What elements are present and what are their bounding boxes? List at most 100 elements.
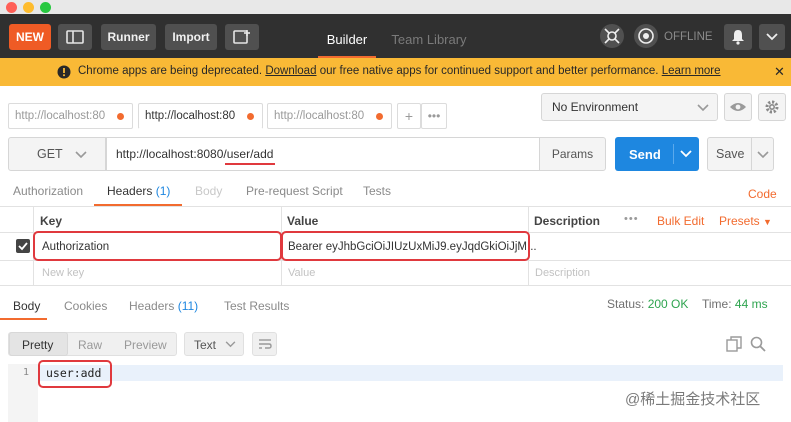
- tab-pre-request-script[interactable]: Pre-request Script: [246, 184, 343, 206]
- view-mode-raw[interactable]: Raw: [78, 338, 102, 352]
- offline-status: OFFLINE: [664, 31, 713, 43]
- sidebar-toggle-button[interactable]: [58, 24, 92, 50]
- new-description-input[interactable]: Description: [535, 267, 590, 279]
- eye-icon: [730, 103, 746, 111]
- unsaved-dot-icon: [247, 113, 254, 120]
- close-window-icon[interactable]: [6, 2, 17, 13]
- tab-headers-count: (1): [155, 184, 171, 198]
- runner-button[interactable]: Runner: [101, 24, 156, 50]
- minimize-window-icon[interactable]: [23, 2, 34, 13]
- url-path: user/add: [224, 147, 276, 165]
- new-window-button[interactable]: [225, 24, 259, 50]
- tab-team-library-label: Team Library: [391, 32, 467, 47]
- app-header: NEW Runner Import Builder Team Library O…: [0, 14, 791, 58]
- checkmark-icon: [18, 242, 28, 251]
- save-divider: [751, 138, 752, 170]
- wrap-icon: [259, 339, 272, 349]
- chevron-down-icon: [697, 104, 709, 112]
- watermark-text: @稀土掘金技术社区: [625, 391, 761, 408]
- column-header-value: Value: [287, 214, 319, 228]
- row-enabled-checkbox[interactable]: [16, 239, 30, 253]
- view-mode-preview[interactable]: Preview: [124, 338, 167, 352]
- active-code-line: [38, 365, 783, 381]
- request-tab-label: http://localhost:80: [145, 110, 236, 122]
- tab-body[interactable]: Body: [195, 184, 222, 206]
- notifications-button[interactable]: [724, 24, 752, 50]
- method-select[interactable]: GET: [8, 137, 106, 171]
- response-tab-headers[interactable]: Headers (11): [129, 299, 198, 313]
- url-path-text: user/add: [226, 147, 274, 161]
- banner-message: Chrome apps are being deprecated. Downlo…: [78, 65, 721, 77]
- highlight-body-box: [38, 360, 112, 388]
- bulk-edit-link[interactable]: Bulk Edit: [657, 214, 704, 228]
- search-icon[interactable]: [750, 336, 766, 355]
- wrap-lines-button[interactable]: [252, 332, 277, 356]
- request-tab-2[interactable]: http://localhost:80: [138, 103, 263, 129]
- bell-icon: [732, 30, 744, 45]
- new-key-input[interactable]: New key: [42, 267, 84, 279]
- deprecation-banner: Chrome apps are being deprecated. Downlo…: [0, 58, 791, 86]
- gear-icon: [765, 100, 779, 114]
- add-tab-button[interactable]: +: [397, 103, 421, 129]
- column-header-description: Description: [534, 214, 601, 228]
- presets-dropdown[interactable]: Presets ▼: [719, 214, 772, 228]
- url-prefix: http://localhost:8080/: [116, 147, 227, 161]
- unsaved-dot-icon: [117, 113, 124, 120]
- environment-quick-look-button[interactable]: [724, 93, 752, 121]
- tab-team-library[interactable]: Team Library: [384, 28, 474, 58]
- sidebar-icon: [66, 30, 84, 44]
- sync-icon[interactable]: [634, 24, 658, 48]
- method-value: GET: [37, 147, 63, 161]
- copy-icon[interactable]: [726, 336, 742, 355]
- new-button[interactable]: NEW: [9, 24, 51, 50]
- response-tab-headers-count: (11): [177, 299, 199, 313]
- response-tab-test-results[interactable]: Test Results: [224, 299, 289, 313]
- url-input[interactable]: http://localhost:8080/user/add: [106, 137, 540, 171]
- request-tab-3[interactable]: http://localhost:80: [267, 103, 392, 129]
- table-options-icon[interactable]: •••: [624, 213, 639, 225]
- code-link[interactable]: Code: [748, 187, 777, 201]
- unsaved-dot-icon: [376, 113, 383, 120]
- chevron-down-icon: [766, 33, 778, 41]
- environment-select[interactable]: No Environment: [541, 93, 718, 121]
- view-mode-toggle: Pretty Raw Preview: [8, 332, 177, 356]
- send-button[interactable]: Send: [615, 137, 699, 171]
- tab-builder-label: Builder: [326, 32, 368, 47]
- response-tab-cookies[interactable]: Cookies: [64, 299, 107, 313]
- tab-builder[interactable]: Builder: [318, 28, 376, 58]
- learn-more-link[interactable]: Learn more: [662, 65, 721, 77]
- plus-icon: +: [404, 108, 414, 124]
- table-top-border: [0, 206, 791, 207]
- highlight-key-box: [33, 231, 282, 261]
- maximize-window-icon[interactable]: [40, 2, 51, 13]
- import-button[interactable]: Import: [165, 24, 217, 50]
- chevron-down-icon: [75, 151, 87, 159]
- close-banner-icon[interactable]: ✕: [774, 64, 785, 80]
- status-label: Status:: [607, 297, 645, 311]
- view-mode-pretty[interactable]: Pretty: [22, 338, 53, 352]
- tab-options-button[interactable]: •••: [421, 103, 447, 129]
- params-button[interactable]: Params: [539, 137, 606, 171]
- table-bottom-border: [0, 285, 791, 286]
- request-tab-label: http://localhost:80: [15, 110, 106, 122]
- settings-menu-button[interactable]: [759, 24, 785, 50]
- column-header-key: Key: [40, 214, 63, 228]
- manage-environments-button[interactable]: [758, 93, 786, 121]
- tab-authorization[interactable]: Authorization: [13, 184, 83, 206]
- banner-text-before: Chrome apps are being deprecated.: [78, 65, 263, 77]
- new-value-input[interactable]: Value: [288, 267, 315, 279]
- new-window-icon: [233, 30, 250, 44]
- interceptor-icon[interactable]: [600, 24, 624, 48]
- request-tab-1[interactable]: http://localhost:80: [8, 103, 133, 129]
- download-link[interactable]: Download: [265, 65, 316, 77]
- save-button[interactable]: Save: [707, 137, 774, 171]
- response-tab-body[interactable]: Body: [13, 299, 40, 313]
- chevron-down-icon[interactable]: [757, 151, 769, 159]
- chevron-down-icon[interactable]: [680, 150, 692, 158]
- chevron-down-icon: [225, 341, 236, 348]
- format-select[interactable]: Text: [184, 332, 244, 356]
- tab-tests[interactable]: Tests: [363, 184, 391, 206]
- url-path-underline: [224, 163, 276, 165]
- time-label: Time:: [702, 297, 732, 311]
- tab-headers[interactable]: Headers (1): [107, 184, 170, 206]
